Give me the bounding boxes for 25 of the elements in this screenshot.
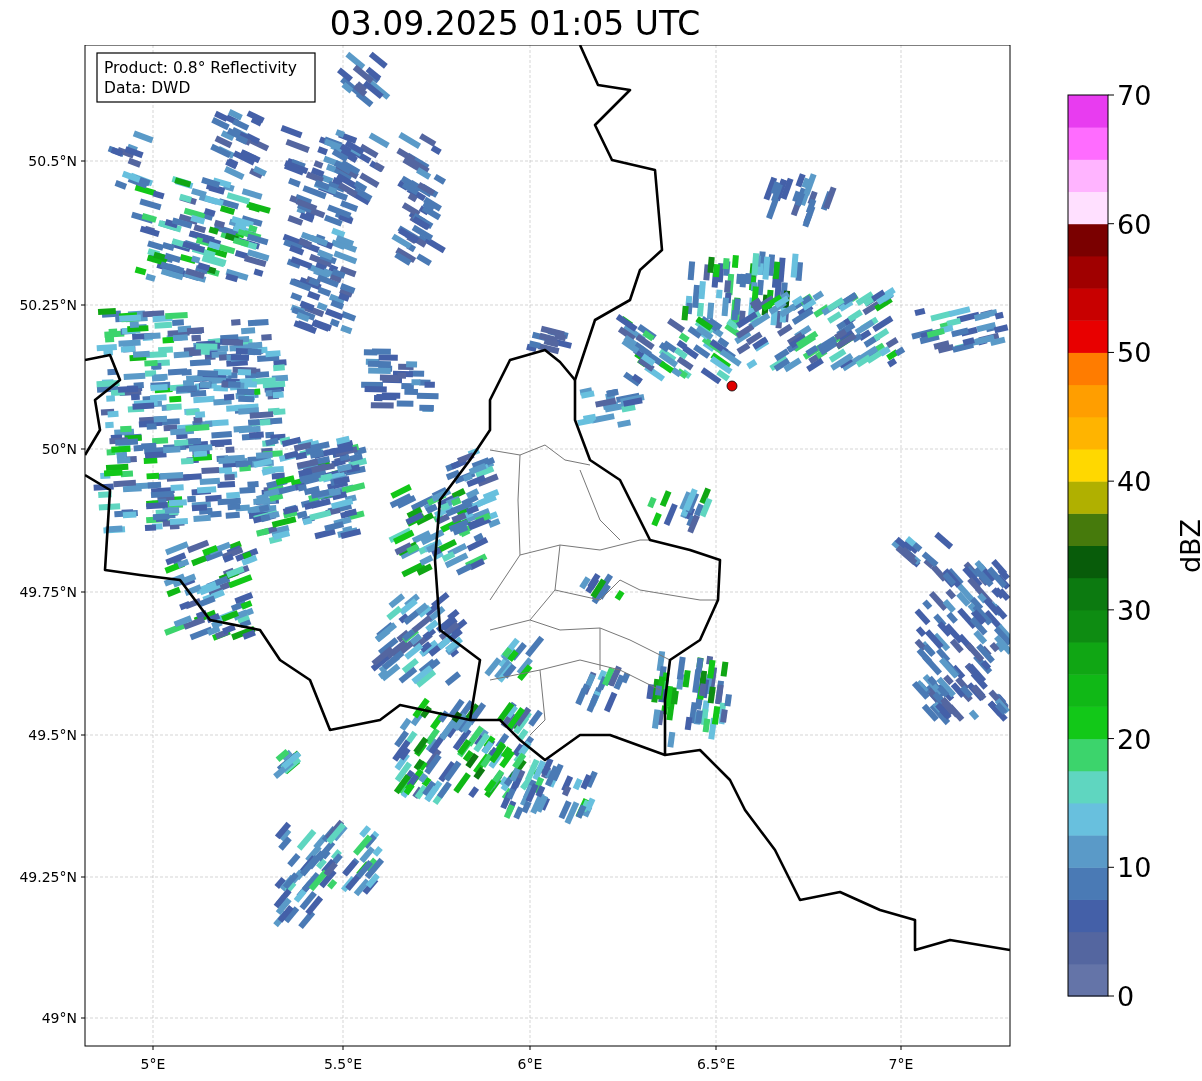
x-tick-label: 5.5°E — [323, 1056, 363, 1072]
y-tick-label: 50.25°N — [19, 297, 77, 313]
y-tick-label: 49.25°N — [19, 869, 77, 885]
colorbar-tick-label: 20 — [1117, 723, 1152, 755]
colorbar-tick-label: 10 — [1117, 852, 1152, 884]
y-tick-label: 49.5°N — [28, 727, 77, 743]
radar-site-marker — [726, 380, 738, 392]
colorbar-tick-label: 70 — [1117, 80, 1152, 111]
colorbar-tick-label: 40 — [1117, 466, 1152, 498]
info-text: Product: 0.8° Reflectivity — [104, 59, 297, 77]
colorbar-tick-label: 30 — [1117, 594, 1152, 626]
y-tick-label: 49°N — [41, 1010, 77, 1026]
x-tick-label: 6°E — [517, 1056, 543, 1072]
info-text: Data: DWD — [104, 79, 191, 97]
y-tick-label: 49.75°N — [19, 584, 77, 600]
colorbar-tick-label: 60 — [1117, 208, 1152, 240]
colorbar-label: dBZ — [1174, 518, 1202, 574]
colorbar-tick-label: 50 — [1117, 337, 1152, 369]
colorbar-tick-label: 0 — [1117, 981, 1135, 1012]
x-tick-label: 6.5°E — [696, 1056, 736, 1072]
x-tick-label: 7°E — [888, 1056, 914, 1072]
y-tick-label: 50.5°N — [28, 153, 77, 169]
chart-title: 03.09.2025 01:05 UTC — [328, 3, 702, 45]
y-tick-label: 50°N — [41, 441, 77, 457]
x-tick-label: 5°E — [140, 1056, 166, 1072]
